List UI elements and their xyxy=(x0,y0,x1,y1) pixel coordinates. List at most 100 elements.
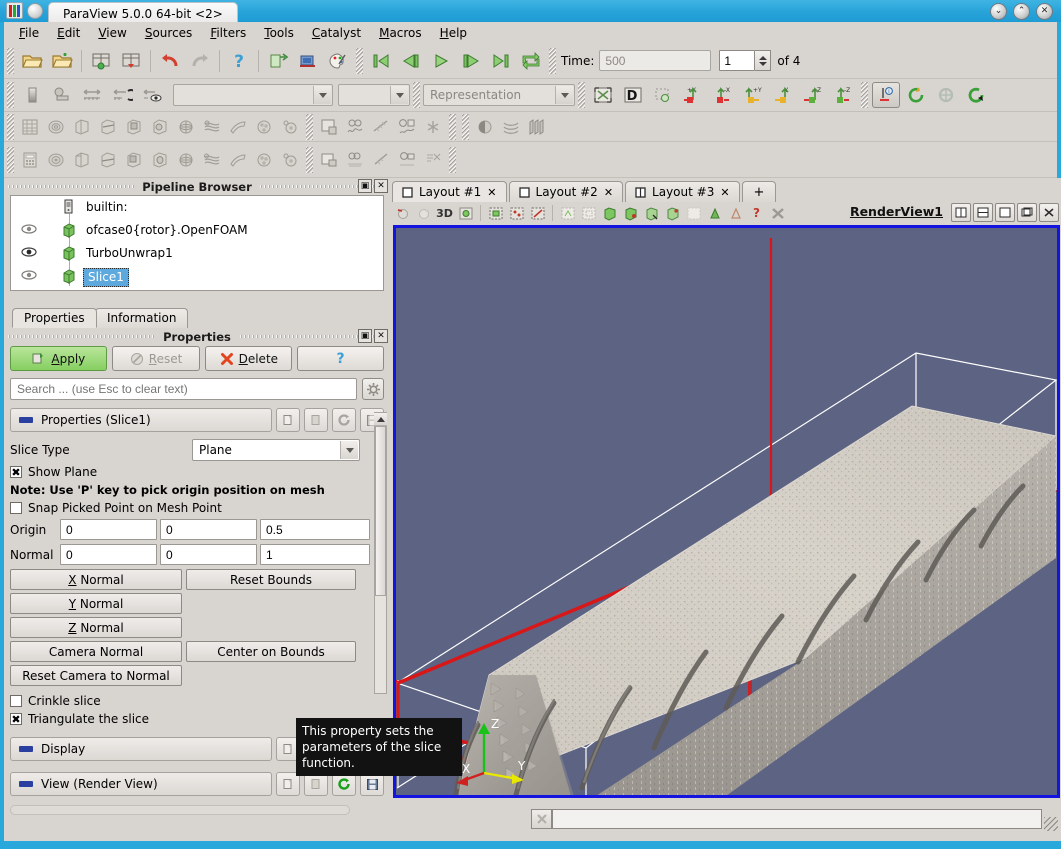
crinkle-slice-checkbox[interactable] xyxy=(10,695,22,707)
close-layout-icon[interactable]: ✕ xyxy=(720,186,729,199)
zoom-to-data-icon[interactable]: D xyxy=(619,82,647,108)
crinkle-slice-row[interactable]: Crinkle slice xyxy=(10,694,384,708)
grow-selection-icon[interactable] xyxy=(725,203,746,223)
spreadsheet-icon[interactable] xyxy=(18,115,42,139)
z-normal-button[interactable]: Z Normal xyxy=(10,617,182,638)
loop-icon[interactable] xyxy=(517,48,545,74)
toolbar-grip[interactable] xyxy=(449,146,456,173)
play-icon[interactable] xyxy=(427,48,455,74)
zoom-to-box-icon[interactable] xyxy=(649,82,677,108)
visibility-eye-icon[interactable] xyxy=(21,246,37,261)
chevron-down-icon[interactable] xyxy=(340,441,358,459)
float-dock-icon[interactable]: ▣ xyxy=(358,179,372,193)
color-palette-icon[interactable] xyxy=(324,48,352,74)
select-query-icon[interactable] xyxy=(421,148,445,172)
show-plane-row[interactable]: ✖ Show Plane xyxy=(10,465,384,479)
toolbar-grip[interactable] xyxy=(356,47,363,74)
reset-camera-icon[interactable] xyxy=(589,82,617,108)
redo-icon[interactable] xyxy=(186,48,214,74)
x-normal-button[interactable]: X Normal xyxy=(10,569,182,590)
toolbar-grip[interactable] xyxy=(861,82,868,108)
first-frame-icon[interactable] xyxy=(367,48,395,74)
y-normal-button[interactable]: Y Normal xyxy=(10,593,182,614)
properties-scrollbar[interactable] xyxy=(374,412,387,694)
abort-render-icon[interactable] xyxy=(531,809,552,829)
toolbar-grip[interactable] xyxy=(449,113,456,140)
snap-picked-point-row[interactable]: Snap Picked Point on Mesh Point xyxy=(10,501,384,515)
toggle-scalar-bar-icon[interactable] xyxy=(138,82,166,108)
group-datasets-filter-icon[interactable] xyxy=(252,148,276,172)
disconnect-server-icon[interactable] xyxy=(294,48,322,74)
neg-x-camera-icon[interactable]: -X xyxy=(709,82,737,108)
rotate-90-ccw-icon[interactable] xyxy=(932,82,960,108)
toolbar-grip[interactable] xyxy=(7,146,14,173)
slice-filter-icon[interactable] xyxy=(96,148,120,172)
tab-layout-2[interactable]: Layout #2 ✕ xyxy=(508,181,624,202)
select-block-icon[interactable] xyxy=(395,148,419,172)
tab-layout-3[interactable]: Layout #3 ✕ xyxy=(625,181,740,202)
chevron-down-icon[interactable] xyxy=(555,86,573,104)
gear-icon[interactable] xyxy=(362,378,384,400)
toolbar-grip[interactable] xyxy=(7,113,14,140)
slice-multiple-icon[interactable] xyxy=(525,115,549,139)
glyph-icon[interactable] xyxy=(174,115,198,139)
select-points-on-icon[interactable] xyxy=(506,203,527,223)
last-frame-icon[interactable] xyxy=(487,48,515,74)
visibility-eye-icon[interactable] xyxy=(21,223,37,238)
interactive-select-cells-icon[interactable] xyxy=(599,203,620,223)
extract-subset-icon[interactable] xyxy=(148,115,172,139)
pipeline-item-openfoam[interactable]: ofcase0{rotor}.OpenFOAM xyxy=(11,219,383,242)
neg-y-camera-icon[interactable]: -Y xyxy=(769,82,797,108)
maximize-view-icon[interactable] xyxy=(995,203,1015,222)
time-input[interactable] xyxy=(599,50,712,71)
close-view-icon[interactable] xyxy=(1039,203,1059,222)
menu-catalyst[interactable]: Catalyst xyxy=(303,24,370,42)
resize-grip[interactable] xyxy=(1044,817,1058,831)
view-section-header[interactable]: View (Render View) xyxy=(10,772,272,796)
hover-points-icon[interactable] xyxy=(662,203,683,223)
chevron-down-icon[interactable] xyxy=(390,86,408,104)
reset-rotation-icon[interactable] xyxy=(962,82,990,108)
frame-index-input[interactable] xyxy=(719,50,756,71)
delete-button[interactable]: Delete xyxy=(205,346,293,371)
extract-level-icon[interactable] xyxy=(278,115,302,139)
interactive-select-points-icon[interactable] xyxy=(620,203,641,223)
zoom-to-box-view-icon[interactable] xyxy=(704,203,725,223)
calculator-icon[interactable] xyxy=(18,148,42,172)
properties-help-button[interactable]: ? xyxy=(297,346,385,371)
origin-z-input[interactable] xyxy=(260,519,370,540)
toolbar-grip[interactable] xyxy=(462,113,469,140)
clear-selection-icon[interactable] xyxy=(767,203,788,223)
render-canvas[interactable]: Z Y X xyxy=(396,228,1057,795)
tab-layout-1[interactable]: Layout #1 ✕ xyxy=(392,181,507,202)
isovolume-icon[interactable] xyxy=(473,115,497,139)
open-file-icon[interactable] xyxy=(18,48,46,74)
restore-defaults-icon[interactable] xyxy=(332,408,356,432)
select-points-icon[interactable] xyxy=(343,148,367,172)
reset-bounds-button[interactable]: Reset Bounds xyxy=(186,569,356,590)
contour-filter-icon[interactable] xyxy=(44,148,68,172)
pipeline-item-turbounwrap[interactable]: TurboUnwrap1 xyxy=(11,242,383,265)
origin-x-input[interactable] xyxy=(60,519,157,540)
color-legend-icon[interactable] xyxy=(18,82,46,108)
extract-level-filter-icon[interactable] xyxy=(278,148,302,172)
menu-filters[interactable]: Filters xyxy=(201,24,255,42)
open-recent-icon[interactable] xyxy=(48,48,76,74)
stream-tracer-filter-icon[interactable] xyxy=(200,148,224,172)
mode-3d-button[interactable]: 3D xyxy=(434,203,455,223)
menu-sources[interactable]: Sources xyxy=(136,24,201,42)
add-layout-tab[interactable]: + xyxy=(741,181,777,202)
select-frustum-icon[interactable] xyxy=(369,148,393,172)
show-plane-checkbox[interactable]: ✖ xyxy=(10,466,22,478)
glyph-filter-icon[interactable] xyxy=(174,148,198,172)
reset-camera-to-normal-button[interactable]: Reset Camera to Normal xyxy=(10,665,182,686)
window-menu-icon[interactable] xyxy=(27,2,43,19)
close-dock-icon[interactable]: ✕ xyxy=(374,329,388,343)
undock-view-icon[interactable] xyxy=(1017,203,1037,222)
next-frame-icon[interactable] xyxy=(457,48,485,74)
camera-undo-icon[interactable] xyxy=(392,203,413,223)
warp-filter-icon[interactable] xyxy=(226,148,250,172)
show-center-axes-icon[interactable] xyxy=(455,203,476,223)
previous-frame-icon[interactable] xyxy=(397,48,425,74)
new-layout-icon[interactable] xyxy=(317,115,341,139)
